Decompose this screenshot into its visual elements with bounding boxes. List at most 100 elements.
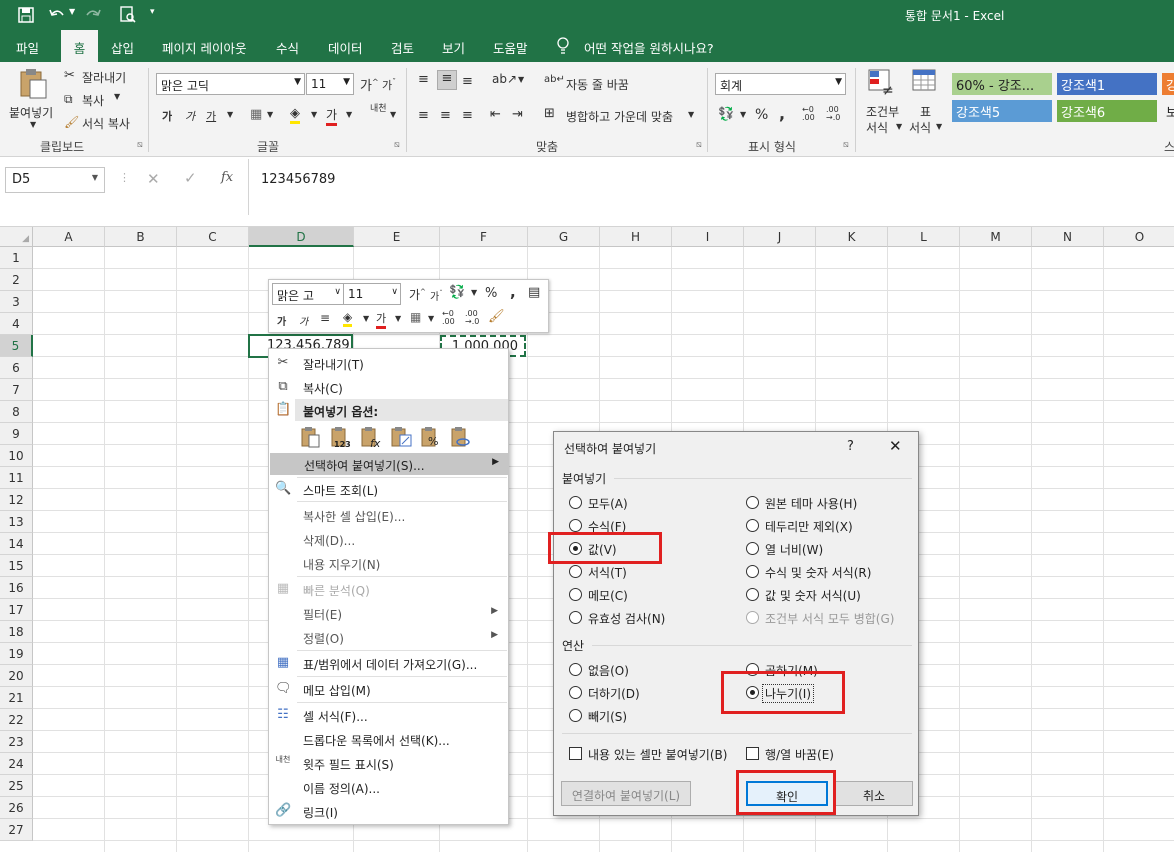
column-header-f[interactable]: F xyxy=(440,227,528,247)
mini-decrease-font-icon[interactable]: 가ˇ xyxy=(430,288,443,303)
orientation-icon[interactable]: ab↗ xyxy=(492,72,517,86)
cancel-button[interactable]: 취소 xyxy=(835,781,913,806)
column-header-b[interactable]: B xyxy=(105,227,177,247)
name-box[interactable]: D5 ▼ xyxy=(5,167,105,193)
format-painter-icon[interactable]: 🖌 xyxy=(64,115,79,129)
tab-insert[interactable]: 삽입 xyxy=(111,38,134,57)
copy-icon[interactable]: ⧉ xyxy=(64,92,73,107)
style-accent5[interactable]: 강조색5 xyxy=(952,100,1052,122)
checkbox-skip-blanks[interactable] xyxy=(569,747,582,760)
style-60-accent[interactable]: 60% - 강조... xyxy=(952,73,1052,95)
menu-item-copy[interactable]: ⧉ 복사(C) xyxy=(269,376,508,398)
copy-button[interactable]: 복사 xyxy=(82,92,104,109)
mini-borders-icon[interactable]: ▦ xyxy=(410,310,421,324)
row-header-11[interactable]: 11 xyxy=(0,467,33,489)
borders-dropdown-icon[interactable]: ▼ xyxy=(267,110,273,119)
row-header-9[interactable]: 9 xyxy=(0,423,33,445)
radio-column-widths[interactable] xyxy=(746,542,759,555)
column-header-e[interactable]: E xyxy=(354,227,440,247)
mini-font-color-icon[interactable]: 가 xyxy=(376,310,387,329)
align-bottom-icon[interactable]: ≡ xyxy=(462,74,473,89)
tab-review[interactable]: 검토 xyxy=(391,38,414,57)
menu-item-format-cells[interactable]: ☷ 셀 서식(F)... xyxy=(269,704,508,726)
paste-button[interactable]: 붙여넣기 xyxy=(9,104,53,121)
mini-increase-font-icon[interactable]: 가^ xyxy=(409,286,426,303)
row-header-21[interactable]: 21 xyxy=(0,687,33,709)
mini-font-combo[interactable]: 맑은 고 ∨ xyxy=(272,283,344,305)
tell-me-search[interactable]: 어떤 작업을 원하시나요? xyxy=(584,38,714,57)
fill-color-icon[interactable]: ◈ xyxy=(290,106,300,124)
label-source-theme[interactable]: 원본 테마 사용(H) xyxy=(765,495,857,512)
mini-bold-icon[interactable]: 가 xyxy=(277,313,286,328)
tab-page-layout[interactable]: 페이지 레이아웃 xyxy=(162,38,246,57)
row-header-15[interactable]: 15 xyxy=(0,555,33,577)
font-color-icon[interactable]: 가 xyxy=(326,106,338,126)
row-header-17[interactable]: 17 xyxy=(0,599,33,621)
merge-center-button[interactable]: 병합하고 가운데 맞춤 xyxy=(566,108,673,125)
row-header-7[interactable]: 7 xyxy=(0,379,33,401)
conditional-formatting-icon[interactable]: ≠ xyxy=(868,69,896,97)
paste-icon[interactable] xyxy=(18,68,48,100)
menu-item-clear[interactable]: 내용 지우기(N) xyxy=(269,552,508,574)
menu-item-delete[interactable]: 삭제(D)... xyxy=(269,528,508,550)
insert-function-icon[interactable]: fx xyxy=(221,170,233,185)
decrease-indent-icon[interactable]: ⇤ xyxy=(490,107,501,122)
row-header-19[interactable]: 19 xyxy=(0,643,33,665)
decrease-font-icon[interactable]: 가ˇ xyxy=(382,77,396,93)
menu-item-define-name[interactable]: 이름 정의(A)... xyxy=(269,776,508,798)
checkbox-transpose[interactable] xyxy=(746,747,759,760)
mini-percent-icon[interactable]: % xyxy=(485,286,497,301)
row-header-20[interactable]: 20 xyxy=(0,665,33,687)
label-paste-comments[interactable]: 메모(C) xyxy=(588,587,628,604)
radio-op-none[interactable] xyxy=(569,663,582,676)
column-header-i[interactable]: I xyxy=(672,227,744,247)
row-header-18[interactable]: 18 xyxy=(0,621,33,643)
column-header-h[interactable]: H xyxy=(600,227,672,247)
close-icon[interactable]: ✕ xyxy=(889,437,902,455)
label-formulas-number-formats[interactable]: 수식 및 숫자 서식(R) xyxy=(765,564,871,581)
radio-source-theme[interactable] xyxy=(746,496,759,509)
row-header-23[interactable]: 23 xyxy=(0,731,33,753)
underline-icon[interactable]: 가 xyxy=(206,108,216,124)
style-partial[interactable]: 보 xyxy=(1162,100,1174,122)
row-header-24[interactable]: 24 xyxy=(0,753,33,775)
customize-toolbar-icon[interactable]: ▾ xyxy=(150,7,155,17)
row-header-26[interactable]: 26 xyxy=(0,797,33,819)
help-icon[interactable]: ? xyxy=(847,439,854,454)
row-header-1[interactable]: 1 xyxy=(0,247,33,269)
format-as-table-icon[interactable] xyxy=(912,69,940,97)
paste-all-icon[interactable] xyxy=(301,426,321,448)
font-launcher-icon[interactable]: ⧅ xyxy=(394,140,400,150)
italic-icon[interactable]: 가 xyxy=(185,108,195,124)
menu-item-insert-comment[interactable]: 🗨 메모 삽입(M) xyxy=(269,678,508,700)
tab-formulas[interactable]: 수식 xyxy=(276,38,299,57)
row-header-2[interactable]: 2 xyxy=(0,269,33,291)
mini-align-icon[interactable]: ≡ xyxy=(320,311,330,325)
conditional-formatting-label2[interactable]: 서식 xyxy=(866,119,888,136)
style-accent-partial[interactable]: 강 xyxy=(1162,73,1174,95)
comma-style-icon[interactable]: , xyxy=(779,104,785,123)
tab-home[interactable]: 홈 xyxy=(61,30,98,62)
underline-dropdown-icon[interactable]: ▼ xyxy=(227,110,233,119)
radio-values-number-formats[interactable] xyxy=(746,588,759,601)
merge-dropdown-icon[interactable]: ▼ xyxy=(688,110,694,119)
row-header-16[interactable]: 16 xyxy=(0,577,33,599)
radio-op-subtract[interactable] xyxy=(569,709,582,722)
clipboard-launcher-icon[interactable]: ⧅ xyxy=(137,140,143,150)
mini-accounting-dropdown-icon[interactable]: ▼ xyxy=(471,288,477,297)
style-accent1[interactable]: 강조색1 xyxy=(1057,73,1157,95)
number-launcher-icon[interactable]: ⧅ xyxy=(843,140,849,150)
label-all-except-borders[interactable]: 테두리만 제외(X) xyxy=(765,518,853,535)
paste-values-icon[interactable]: 123 xyxy=(331,426,353,448)
print-preview-icon[interactable] xyxy=(120,6,136,24)
cut-button[interactable]: 잘라내기 xyxy=(82,69,126,86)
paste-formatting-icon[interactable]: % xyxy=(421,426,443,448)
label-op-add[interactable]: 더하기(D) xyxy=(588,685,640,702)
confirm-entry-icon[interactable]: ✓ xyxy=(184,169,197,187)
cancel-entry-icon[interactable]: ✕ xyxy=(147,170,160,188)
mini-accounting-icon[interactable]: 💱 xyxy=(449,285,465,300)
radio-all-except-borders[interactable] xyxy=(746,519,759,532)
radio-paste-all[interactable] xyxy=(569,496,582,509)
copy-dropdown-icon[interactable]: ▼ xyxy=(114,92,120,101)
radio-formulas-number-formats[interactable] xyxy=(746,565,759,578)
